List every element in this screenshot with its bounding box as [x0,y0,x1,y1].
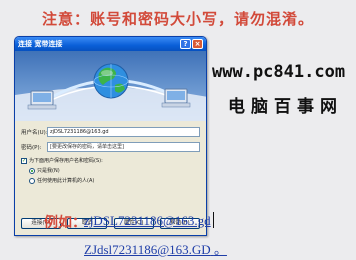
radio-only-me-label: 只是我(N) [37,168,60,174]
example-trailing-mark: 。 [213,242,227,257]
radio-selected-icon [29,167,35,174]
case-sensitivity-note: 注意：账号和密码大小写，请勿混淆。 [42,10,315,28]
example-uppercase-account: ZJdsl7231186@163.GD 。 [84,239,227,258]
checkmark-icon: ✓ [21,157,27,164]
watermark-site-name: 电脑百事网 [228,97,343,117]
dialog-titlebar[interactable]: 连接 宽带连接 ? × [15,37,206,51]
network-banner [15,51,206,121]
radio-unselected-icon [29,177,35,184]
login-form: 用户名(U): zjDSL7231186@163.gd 密码(P): [要更改保… [15,121,206,185]
dialog-title: 连接 宽带连接 [18,40,63,48]
connect-dialog: 连接 宽带连接 ? × 用户名(U): zjDSL7231186@163.gd … [14,36,207,236]
username-row: 用户名(U): zjDSL7231186@163.gd [21,125,200,138]
save-scope-group: 只是我(N) 任何使用此计算机的人(A) [21,166,200,185]
username-input[interactable]: zjDSL7231186@163.gd [47,126,200,137]
save-credentials-label: 为下面用户保存用户名和密码(S): [29,158,103,164]
network-globe-icon [15,63,206,121]
text-cursor [213,212,214,228]
username-label: 用户名(U): [21,129,48,136]
radio-anyone-label: 任何使用此计算机的人(A) [37,178,95,184]
example-lowercase-account: zjDSL7231186@163.gd [84,213,211,228]
password-label: 密码(P): [21,144,42,151]
example-label: 例如： [44,215,86,231]
radio-only-me[interactable]: 只是我(N) [29,166,200,175]
password-input[interactable]: [要更改保存的密码，请单击这里] [47,141,200,152]
watermark-url: www.pc841.com [212,62,346,82]
example-uppercase-text: ZJdsl7231186@163.GD [84,242,211,257]
save-credentials-checkbox[interactable]: ✓ 为下面用户保存用户名和密码(S): [21,156,200,165]
password-row: 密码(P): [要更改保存的密码，请单击这里] [21,140,200,153]
close-icon[interactable]: × [192,39,203,49]
radio-anyone[interactable]: 任何使用此计算机的人(A) [29,176,200,185]
help-icon[interactable]: ? [180,39,191,49]
